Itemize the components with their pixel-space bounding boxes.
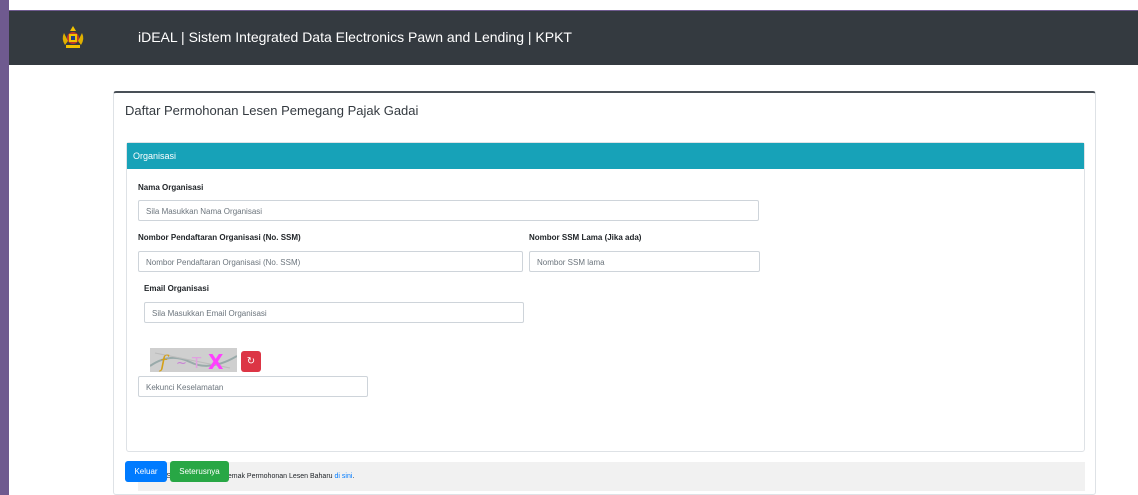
captcha-image: f ~ T X: [150, 348, 237, 372]
email-organisasi-input[interactable]: Sila Masukkan Email Organisasi: [144, 302, 524, 323]
window-frame-edge: [0, 0, 9, 495]
note-end: .: [352, 473, 355, 480]
app-title: iDEAL | Sistem Integrated Data Electroni…: [138, 29, 572, 45]
ssm-lama-input[interactable]: Nombor SSM lama: [529, 251, 760, 272]
top-navbar: iDEAL | Sistem Integrated Data Electroni…: [9, 10, 1138, 65]
captcha-noise: f ~ T X: [150, 348, 237, 372]
no-ssm-label: Nombor Pendaftaran Organisasi (No. SSM): [138, 233, 301, 242]
nama-organisasi-input[interactable]: Sila Masukkan Nama Organisasi: [138, 200, 759, 221]
checklist-link[interactable]: di sini: [335, 473, 353, 480]
page-title: Daftar Permohonan Lesen Pemegang Pajak G…: [125, 103, 419, 118]
organisation-section: Organisasi Nama Organisasi Sila Masukkan…: [126, 142, 1085, 491]
checklist-note: ** Sila rujuk Senarai Semak Permohonan L…: [138, 462, 1085, 491]
captcha-input[interactable]: Kekunci Keselamatan: [138, 376, 368, 397]
svg-text:T: T: [191, 354, 202, 372]
ssm-lama-label: Nombor SSM Lama (Jika ada): [529, 233, 642, 242]
svg-text:X: X: [208, 350, 224, 372]
svg-text:~: ~: [176, 356, 187, 371]
seterusnya-button[interactable]: Seterusnya: [170, 461, 229, 482]
keluar-button[interactable]: Keluar: [125, 461, 167, 482]
email-organisasi-label: Email Organisasi: [144, 284, 209, 293]
malaysia-coat-of-arms-icon: [62, 26, 84, 48]
nama-organisasi-label: Nama Organisasi: [138, 183, 204, 192]
section-header: Organisasi: [127, 143, 1084, 169]
registration-card: Daftar Permohonan Lesen Pemegang Pajak G…: [113, 91, 1096, 495]
no-ssm-input[interactable]: Nombor Pendaftaran Organisasi (No. SSM): [138, 251, 523, 272]
refresh-captcha-button[interactable]: ↻: [241, 351, 261, 372]
